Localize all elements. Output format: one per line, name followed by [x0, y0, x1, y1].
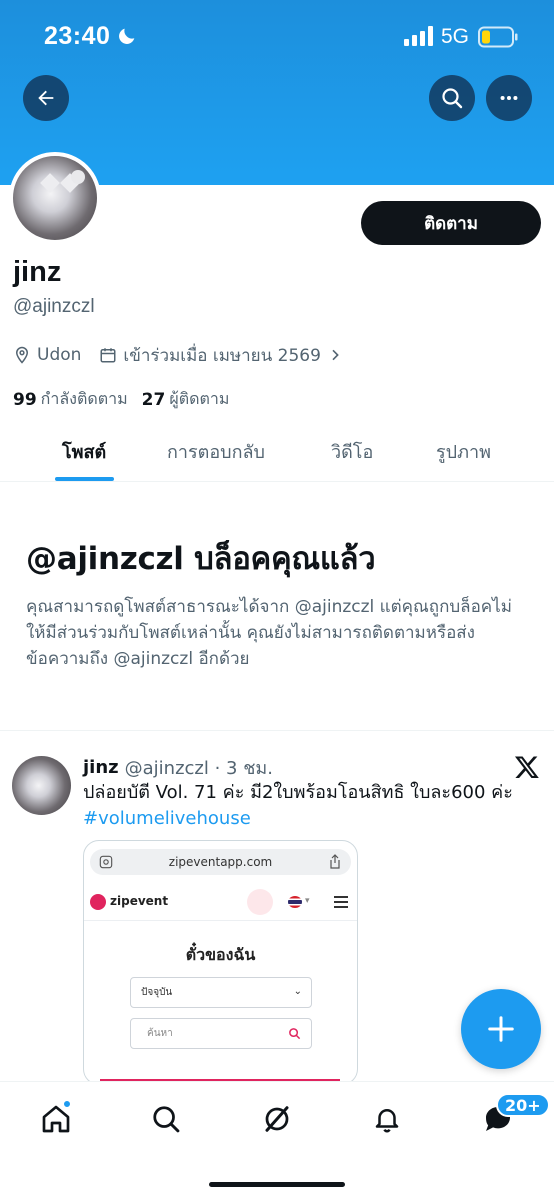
tab-videos[interactable]: วิดีโอ	[331, 422, 373, 481]
media-search-field: ค้นหา	[130, 1018, 312, 1049]
tab-replies[interactable]: การตอบกลับ	[167, 422, 265, 481]
search-button[interactable]	[429, 75, 475, 121]
home-indicator	[209, 1182, 345, 1187]
avatar-toy-ball	[71, 170, 85, 184]
tweet-header: jinz @ajinzczl · 3 ชม.	[83, 753, 273, 782]
bell-icon	[375, 1109, 399, 1133]
tweet-avatar[interactable]	[12, 756, 71, 815]
media-search-placeholder: ค้นหา	[147, 1028, 173, 1039]
messages-badge: 20+	[496, 1093, 550, 1117]
network-label: 5G	[441, 25, 470, 48]
battery-icon	[478, 26, 518, 48]
calendar-icon	[100, 348, 116, 363]
hamburger-menu-icon	[334, 896, 348, 908]
followers-label[interactable]: ผู้ติดตาม	[169, 387, 229, 412]
divider	[0, 730, 554, 731]
chevron-down-icon: ⌄	[293, 986, 302, 997]
nav-explore[interactable]	[146, 1099, 186, 1139]
signal-icon	[404, 26, 433, 46]
blocked-description: คุณสามารถดูโพสต์สาธารณะได้จาก @ajinzczl …	[26, 597, 512, 669]
profile-tabs: โพสต์ การตอบกลับ วิดีโอ รูปภาพ	[0, 422, 554, 482]
grok-icon	[265, 1106, 289, 1132]
nav-home[interactable]	[36, 1099, 76, 1139]
arrow-left-icon	[38, 90, 54, 106]
tweet-media[interactable]: zipeventapp.com zipevent ▾ ตั๋วของฉัน ปั…	[83, 840, 358, 1085]
location-pin-icon	[15, 346, 29, 364]
chevron-right-icon	[332, 349, 339, 361]
more-icon	[500, 95, 518, 101]
media-heading: ตั๋วของฉัน	[185, 945, 256, 964]
following-count[interactable]: 99	[13, 390, 37, 410]
tweet-text: ปล่อยบัตี Vol. 71 ค่ะ มี2ใบพร้อมโอนสิทธิ…	[83, 782, 513, 803]
media-url-bar: zipeventapp.com	[90, 849, 351, 875]
search-icon	[289, 1028, 301, 1040]
x-logo-icon	[514, 756, 539, 779]
search-icon	[153, 1106, 180, 1133]
zipevent-logo-icon	[90, 894, 106, 910]
media-site-header: zipevent ▾	[84, 883, 357, 921]
tweet-meta: @ajinzczl · 3 ชม.	[124, 758, 274, 779]
followers-count[interactable]: 27	[142, 390, 166, 410]
media-site-name: zipevent	[110, 894, 169, 908]
media-select: ปัจจุบัน ⌄	[130, 977, 312, 1008]
tweet-author-name[interactable]: jinz	[83, 757, 119, 778]
following-label[interactable]: กำลังติดตาม	[41, 387, 128, 412]
profile-meta: Udon เข้าร่วมเมื่อ เมษายน 2569	[13, 342, 349, 368]
profile-handle: @ajinzczl	[13, 296, 95, 317]
share-icon	[330, 854, 340, 869]
back-button[interactable]	[23, 75, 69, 121]
home-notification-dot	[63, 1100, 71, 1108]
plus-icon	[488, 1016, 514, 1042]
tweet-hashtag[interactable]: #volumelivehouse	[83, 806, 251, 832]
blocked-title: @ajinzczl บล็อคคุณแล้ว	[26, 541, 376, 577]
media-select-value: ปัจจุบัน	[141, 987, 173, 998]
profile-name: jinz	[13, 256, 62, 288]
thai-flag-icon	[288, 896, 302, 908]
profile-stats: 99 กำลังติดตาม 27 ผู้ติดตาม	[13, 387, 229, 412]
location-text: Udon	[37, 345, 82, 365]
more-button[interactable]	[486, 75, 532, 121]
status-time: 23:40	[44, 22, 111, 50]
site-settings-icon	[99, 855, 113, 869]
ticket-icon	[247, 889, 273, 915]
profile-avatar[interactable]	[9, 152, 101, 244]
tab-posts[interactable]: โพสต์	[62, 422, 106, 481]
search-icon	[442, 88, 463, 109]
nav-notifications[interactable]	[367, 1099, 407, 1139]
compose-button[interactable]	[461, 989, 541, 1069]
caret-down-icon: ▾	[305, 896, 310, 906]
follow-button[interactable]: ติดตาม	[361, 201, 541, 245]
avatar-cat-ear	[40, 173, 60, 193]
nav-grok[interactable]	[257, 1099, 297, 1139]
joined-text[interactable]: เข้าร่วมเมื่อ เมษายน 2569	[123, 342, 321, 369]
active-tab-indicator	[55, 477, 114, 481]
media-url-text: zipeventapp.com	[168, 855, 273, 869]
status-bar: 23:40 5G	[0, 0, 554, 72]
moon-icon	[119, 28, 135, 44]
tab-photos[interactable]: รูปภาพ	[436, 422, 491, 481]
